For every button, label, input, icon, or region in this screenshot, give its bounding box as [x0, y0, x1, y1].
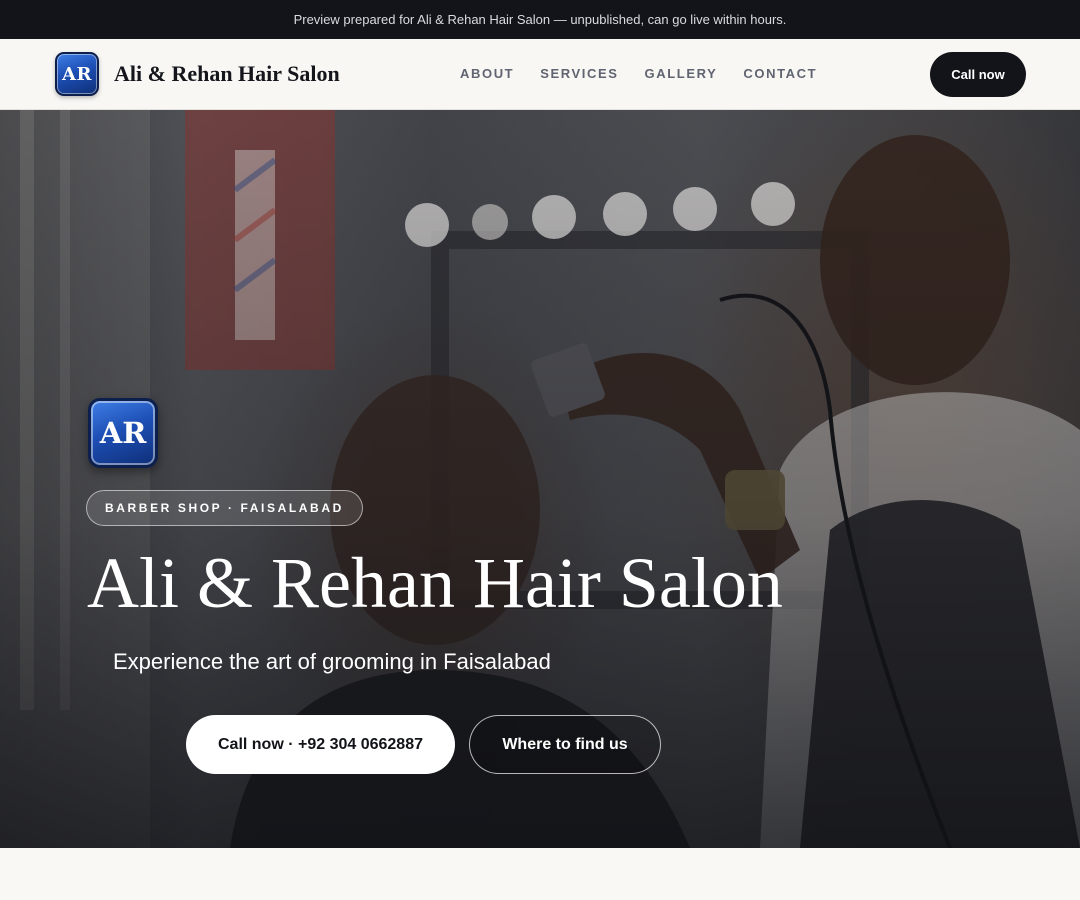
nav-link-services[interactable]: SERVICES	[540, 66, 618, 81]
call-now-button[interactable]: Call now	[930, 52, 1026, 97]
logo-icon[interactable]: AR	[55, 52, 99, 96]
nav-link-gallery[interactable]: GALLERY	[645, 66, 718, 81]
hero-title: Ali & Rehan Hair Salon	[87, 543, 783, 623]
nav-link-about[interactable]: ABOUT	[460, 66, 514, 81]
hero-tag: BARBER SHOP · FAISALABAD	[86, 490, 363, 526]
logo-initials: AR	[62, 63, 92, 85]
site-header: AR Ali & Rehan Hair Salon ABOUT SERVICES…	[0, 39, 1080, 110]
main-nav: ABOUT SERVICES GALLERY CONTACT	[460, 66, 817, 81]
nav-link-contact[interactable]: CONTACT	[743, 66, 817, 81]
call-phone-button[interactable]: Call now · +92 304 0662887	[186, 715, 455, 774]
next-section	[0, 848, 1080, 900]
announcement-bar: Preview prepared for Ali & Rehan Hair Sa…	[0, 0, 1080, 39]
hero-logo-initials: AR	[99, 416, 147, 450]
where-to-find-us-button[interactable]: Where to find us	[469, 715, 661, 774]
hero-subtitle: Experience the art of grooming in Faisal…	[113, 649, 551, 674]
brand-name[interactable]: Ali & Rehan Hair Salon	[114, 61, 340, 87]
announcement-text: Preview prepared for Ali & Rehan Hair Sa…	[293, 12, 787, 27]
hero-section: AR BARBER SHOP · FAISALABAD Ali & Rehan …	[0, 110, 1080, 848]
hero-logo-icon: AR	[88, 398, 158, 468]
